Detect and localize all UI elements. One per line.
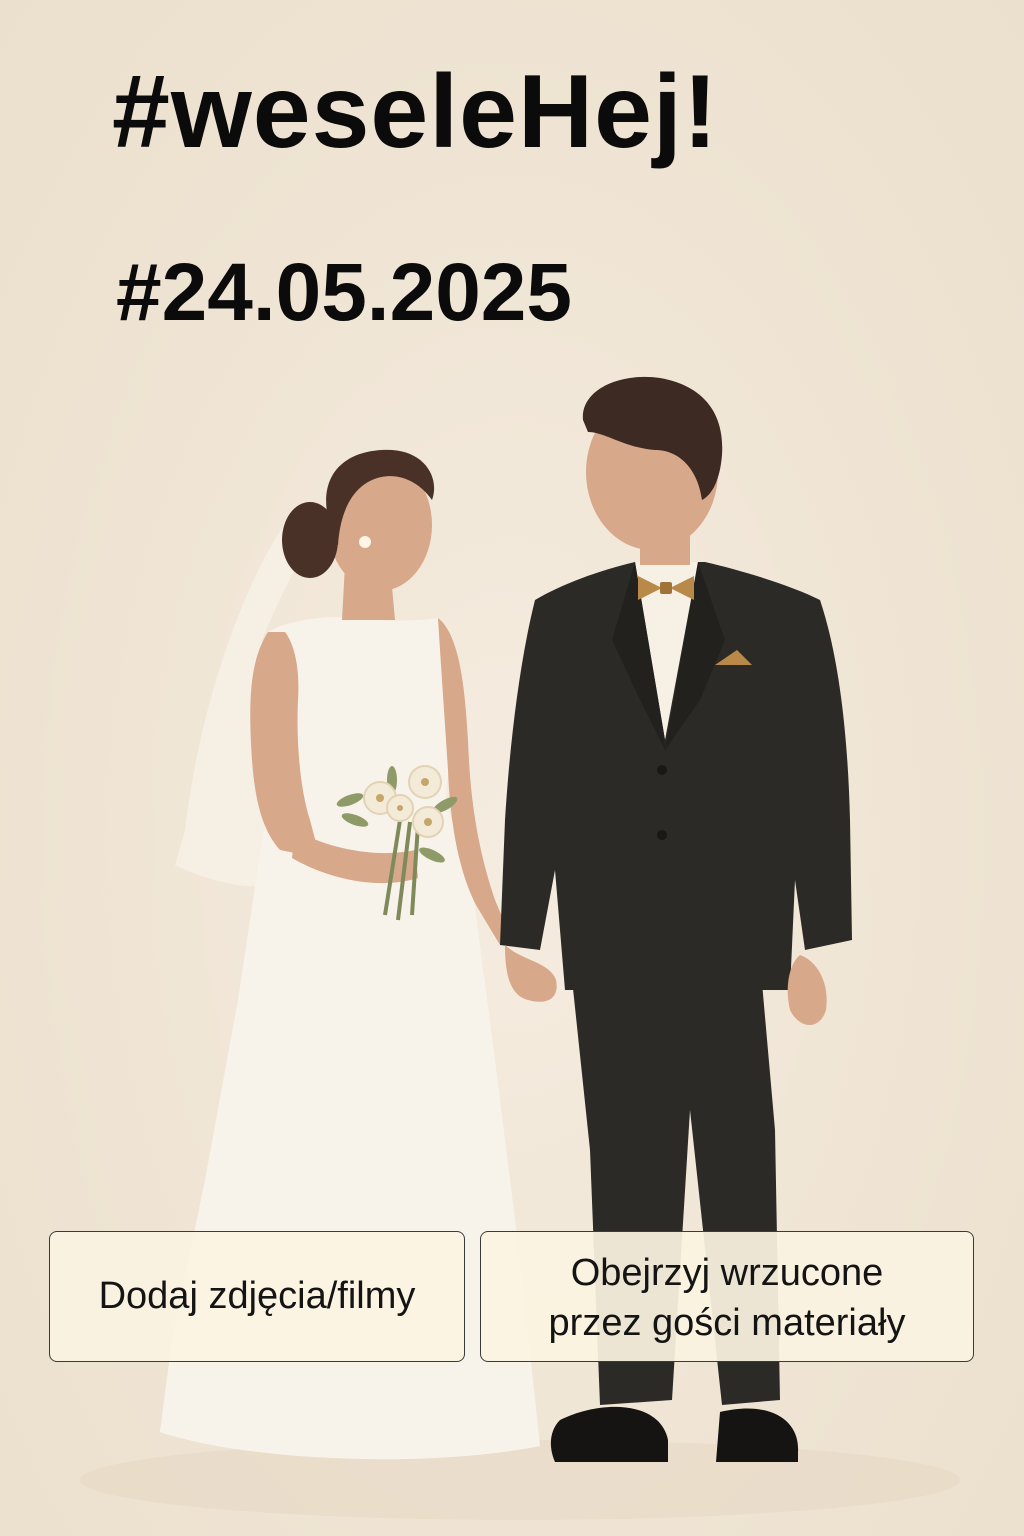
view-media-label-line2: przez gości materiały (548, 1302, 906, 1345)
view-guest-media-button[interactable]: Obejrzyj wrzucone przez gości materiały (480, 1231, 974, 1362)
add-media-label: Dodaj zdjęcia/filmy (98, 1275, 416, 1318)
wedding-screen: #weseleHej! #24.05.2025 Dodaj zdjęcia/fi… (0, 0, 1024, 1536)
view-media-label-line1: Obejrzyj wrzucone (570, 1252, 884, 1294)
add-media-button[interactable]: Dodaj zdjęcia/filmy (49, 1231, 465, 1362)
